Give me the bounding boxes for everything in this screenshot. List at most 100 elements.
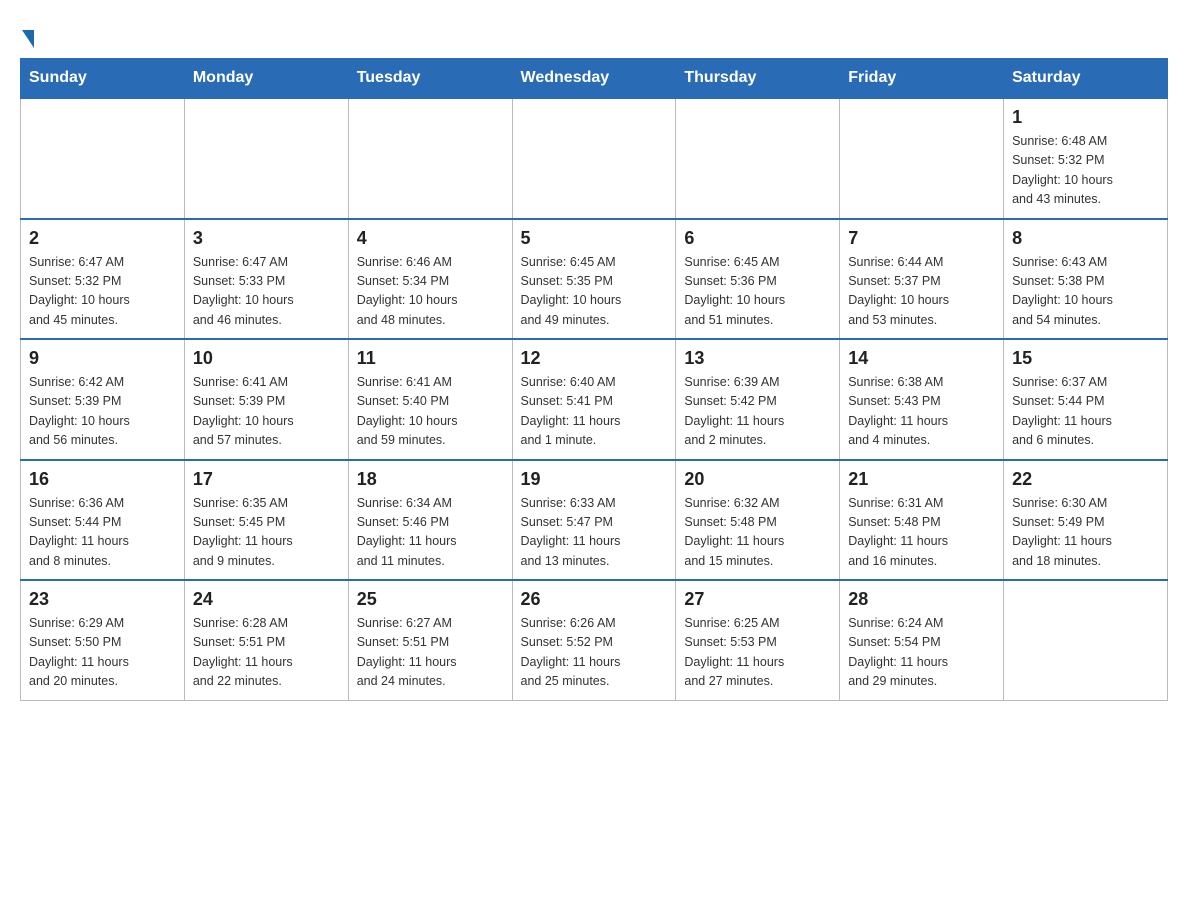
day-number: 3 <box>193 228 340 249</box>
calendar-cell: 25 Sunrise: 6:27 AM Sunset: 5:51 PM Dayli… <box>348 580 512 700</box>
weekday-header-saturday: Saturday <box>1004 59 1168 99</box>
weekday-header-sunday: Sunday <box>21 59 185 99</box>
day-info: Sunrise: 6:43 AM Sunset: 5:38 PM Dayligh… <box>1012 253 1159 331</box>
day-number: 2 <box>29 228 176 249</box>
day-info: Sunrise: 6:36 AM Sunset: 5:44 PM Dayligh… <box>29 494 176 572</box>
calendar-cell: 26 Sunrise: 6:26 AM Sunset: 5:52 PM Dayli… <box>512 580 676 700</box>
calendar-cell: 5Sunrise: 6:45 AM Sunset: 5:35 PM Daylig… <box>512 219 676 340</box>
day-info: Sunrise: 6:46 AM Sunset: 5:34 PM Dayligh… <box>357 253 504 331</box>
calendar-cell: 22Sunrise: 6:30 AM Sunset: 5:49 PM Dayli… <box>1004 460 1168 581</box>
day-number: 10 <box>193 348 340 369</box>
day-number: 5 <box>521 228 668 249</box>
calendar-cell: 9 Sunrise: 6:42 AM Sunset: 5:39 PM Daylig… <box>21 339 185 460</box>
day-number: 7 <box>848 228 995 249</box>
day-number: 16 <box>29 469 176 490</box>
day-number: 6 <box>684 228 831 249</box>
logo-arrow-icon <box>22 30 34 48</box>
day-info: Sunrise: 6:41 AM Sunset: 5:40 PM Dayligh… <box>357 373 504 451</box>
calendar-cell: 8 Sunrise: 6:43 AM Sunset: 5:38 PM Daylig… <box>1004 219 1168 340</box>
day-number: 4 <box>357 228 504 249</box>
day-number: 17 <box>193 469 340 490</box>
day-info: Sunrise: 6:29 AM Sunset: 5:50 PM Dayligh… <box>29 614 176 692</box>
weekday-header-tuesday: Tuesday <box>348 59 512 99</box>
calendar-cell: 10 Sunrise: 6:41 AM Sunset: 5:39 PM Dayli… <box>184 339 348 460</box>
day-info: Sunrise: 6:33 AM Sunset: 5:47 PM Dayligh… <box>521 494 668 572</box>
calendar-cell: 18 Sunrise: 6:34 AM Sunset: 5:46 PM Dayli… <box>348 460 512 581</box>
day-number: 26 <box>521 589 668 610</box>
day-number: 8 <box>1012 228 1159 249</box>
calendar-cell <box>840 98 1004 219</box>
calendar-cell: 23 Sunrise: 6:29 AM Sunset: 5:50 PM Dayli… <box>21 580 185 700</box>
day-info: Sunrise: 6:48 AM Sunset: 5:32 PM Dayligh… <box>1012 132 1159 210</box>
day-number: 28 <box>848 589 995 610</box>
day-number: 27 <box>684 589 831 610</box>
day-number: 14 <box>848 348 995 369</box>
day-number: 23 <box>29 589 176 610</box>
calendar-cell: 7 Sunrise: 6:44 AM Sunset: 5:37 PM Daylig… <box>840 219 1004 340</box>
weekday-header-thursday: Thursday <box>676 59 840 99</box>
calendar-cell: 20Sunrise: 6:32 AM Sunset: 5:48 PM Dayli… <box>676 460 840 581</box>
day-info: Sunrise: 6:45 AM Sunset: 5:36 PM Dayligh… <box>684 253 831 331</box>
week-row-2: 2 Sunrise: 6:47 AM Sunset: 5:32 PM Daylig… <box>21 219 1168 340</box>
day-info: Sunrise: 6:42 AM Sunset: 5:39 PM Dayligh… <box>29 373 176 451</box>
day-number: 15 <box>1012 348 1159 369</box>
calendar-cell: 16 Sunrise: 6:36 AM Sunset: 5:44 PM Dayli… <box>21 460 185 581</box>
calendar-cell: 2 Sunrise: 6:47 AM Sunset: 5:32 PM Daylig… <box>21 219 185 340</box>
page-header <box>20 20 1168 48</box>
calendar-cell: 1 Sunrise: 6:48 AM Sunset: 5:32 PM Daylig… <box>1004 98 1168 219</box>
day-number: 12 <box>521 348 668 369</box>
calendar-cell: 13Sunrise: 6:39 AM Sunset: 5:42 PM Dayli… <box>676 339 840 460</box>
calendar-cell <box>1004 580 1168 700</box>
calendar-cell: 12 Sunrise: 6:40 AM Sunset: 5:41 PM Dayli… <box>512 339 676 460</box>
week-row-4: 16 Sunrise: 6:36 AM Sunset: 5:44 PM Dayli… <box>21 460 1168 581</box>
day-info: Sunrise: 6:37 AM Sunset: 5:44 PM Dayligh… <box>1012 373 1159 451</box>
calendar-cell: 28 Sunrise: 6:24 AM Sunset: 5:54 PM Dayli… <box>840 580 1004 700</box>
day-info: Sunrise: 6:28 AM Sunset: 5:51 PM Dayligh… <box>193 614 340 692</box>
day-number: 9 <box>29 348 176 369</box>
day-number: 18 <box>357 469 504 490</box>
weekday-header-wednesday: Wednesday <box>512 59 676 99</box>
day-info: Sunrise: 6:39 AM Sunset: 5:42 PM Dayligh… <box>684 373 831 451</box>
day-info: Sunrise: 6:34 AM Sunset: 5:46 PM Dayligh… <box>357 494 504 572</box>
calendar-cell: 27 Sunrise: 6:25 AM Sunset: 5:53 PM Dayli… <box>676 580 840 700</box>
calendar-cell: 4 Sunrise: 6:46 AM Sunset: 5:34 PM Daylig… <box>348 219 512 340</box>
day-info: Sunrise: 6:44 AM Sunset: 5:37 PM Dayligh… <box>848 253 995 331</box>
calendar-cell: 24 Sunrise: 6:28 AM Sunset: 5:51 PM Dayli… <box>184 580 348 700</box>
calendar-table: SundayMondayTuesdayWednesdayThursdayFrid… <box>20 58 1168 701</box>
day-info: Sunrise: 6:40 AM Sunset: 5:41 PM Dayligh… <box>521 373 668 451</box>
calendar-cell: 21Sunrise: 6:31 AM Sunset: 5:48 PM Dayli… <box>840 460 1004 581</box>
calendar-cell <box>512 98 676 219</box>
calendar-cell: 17 Sunrise: 6:35 AM Sunset: 5:45 PM Dayli… <box>184 460 348 581</box>
day-number: 1 <box>1012 107 1159 128</box>
calendar-cell: 6 Sunrise: 6:45 AM Sunset: 5:36 PM Daylig… <box>676 219 840 340</box>
calendar-cell <box>676 98 840 219</box>
day-number: 25 <box>357 589 504 610</box>
day-info: Sunrise: 6:32 AM Sunset: 5:48 PM Dayligh… <box>684 494 831 572</box>
calendar-header-row: SundayMondayTuesdayWednesdayThursdayFrid… <box>21 59 1168 99</box>
calendar-cell: 14 Sunrise: 6:38 AM Sunset: 5:43 PM Dayli… <box>840 339 1004 460</box>
day-info: Sunrise: 6:24 AM Sunset: 5:54 PM Dayligh… <box>848 614 995 692</box>
day-info: Sunrise: 6:41 AM Sunset: 5:39 PM Dayligh… <box>193 373 340 451</box>
weekday-header-friday: Friday <box>840 59 1004 99</box>
day-info: Sunrise: 6:25 AM Sunset: 5:53 PM Dayligh… <box>684 614 831 692</box>
calendar-cell: 3Sunrise: 6:47 AM Sunset: 5:33 PM Daylig… <box>184 219 348 340</box>
calendar-cell <box>348 98 512 219</box>
day-number: 24 <box>193 589 340 610</box>
week-row-3: 9 Sunrise: 6:42 AM Sunset: 5:39 PM Daylig… <box>21 339 1168 460</box>
day-number: 22 <box>1012 469 1159 490</box>
week-row-5: 23 Sunrise: 6:29 AM Sunset: 5:50 PM Dayli… <box>21 580 1168 700</box>
calendar-cell: 15 Sunrise: 6:37 AM Sunset: 5:44 PM Dayli… <box>1004 339 1168 460</box>
day-info: Sunrise: 6:47 AM Sunset: 5:32 PM Dayligh… <box>29 253 176 331</box>
day-info: Sunrise: 6:27 AM Sunset: 5:51 PM Dayligh… <box>357 614 504 692</box>
day-number: 19 <box>521 469 668 490</box>
calendar-cell: 11 Sunrise: 6:41 AM Sunset: 5:40 PM Dayli… <box>348 339 512 460</box>
day-number: 11 <box>357 348 504 369</box>
logo <box>20 20 36 48</box>
week-row-1: 1 Sunrise: 6:48 AM Sunset: 5:32 PM Daylig… <box>21 98 1168 219</box>
day-info: Sunrise: 6:26 AM Sunset: 5:52 PM Dayligh… <box>521 614 668 692</box>
calendar-cell <box>184 98 348 219</box>
day-info: Sunrise: 6:38 AM Sunset: 5:43 PM Dayligh… <box>848 373 995 451</box>
day-info: Sunrise: 6:35 AM Sunset: 5:45 PM Dayligh… <box>193 494 340 572</box>
day-number: 21 <box>848 469 995 490</box>
calendar-cell: 19 Sunrise: 6:33 AM Sunset: 5:47 PM Dayli… <box>512 460 676 581</box>
